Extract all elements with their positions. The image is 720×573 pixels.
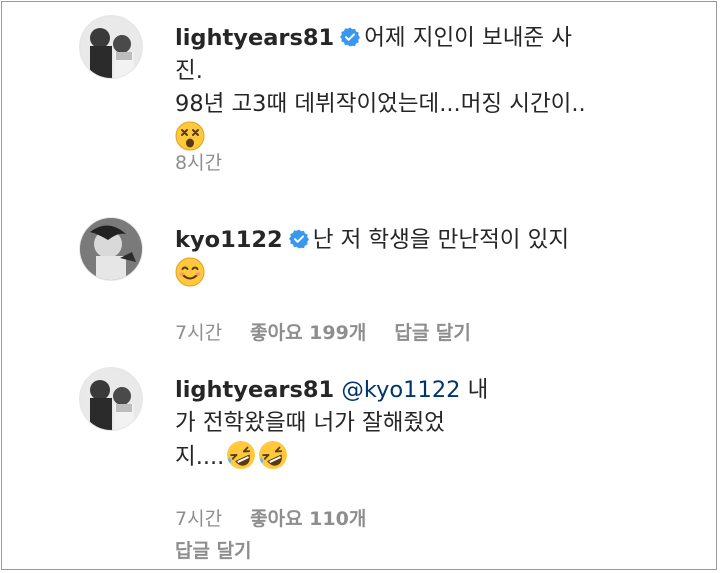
comment-line: 98년 고3때 데뷔작이었는데...머징 시간이.. — [175, 91, 586, 117]
avatar[interactable] — [80, 16, 142, 78]
comment-meta-reply: 답글 달기 — [175, 536, 274, 563]
comment-meta: 8시간 — [175, 148, 244, 175]
dizzy-face-emoji-icon — [175, 121, 205, 151]
comment-line: 지.... — [175, 440, 595, 474]
smiling-face-emoji-icon — [175, 257, 205, 287]
comment-meta: 7시간 좋아요 110개 — [175, 504, 388, 531]
like-count[interactable]: 좋아요 110개 — [250, 508, 366, 530]
comment-time[interactable]: 7시간 — [175, 322, 222, 344]
comment-body: lightyears81 어제 지인이 보내준 사진. 98년 고3때 데뷔작이었… — [175, 22, 595, 155]
mention-link[interactable]: @kyo1122 — [341, 377, 460, 403]
reply-button[interactable]: 답글 달기 — [394, 322, 471, 344]
comment-meta: 7시간 좋아요 199개 답글 달기 — [175, 318, 493, 345]
comment-time[interactable]: 8시간 — [175, 152, 222, 174]
comment-time[interactable]: 7시간 — [175, 508, 222, 530]
reply-button[interactable]: 답글 달기 — [175, 540, 252, 562]
rolling-laughing-emoji-icon — [259, 441, 288, 469]
avatar[interactable] — [80, 368, 142, 430]
username[interactable]: lightyears81 — [175, 25, 334, 51]
avatar[interactable] — [80, 218, 142, 280]
comment-line — [175, 257, 595, 291]
verified-badge-icon — [340, 27, 361, 47]
comment-line: kyo1122 난 저 학생을 만난적이 있지 — [175, 224, 595, 257]
comment-body: kyo1122 난 저 학생을 만난적이 있지 — [175, 224, 595, 291]
like-count[interactable]: 좋아요 199개 — [250, 322, 366, 344]
username[interactable]: kyo1122 — [175, 227, 283, 253]
rolling-laughing-emoji-icon — [227, 441, 256, 469]
comment-line: lightyears81 @kyo1122 내 — [175, 374, 595, 407]
comment-text: 지.... — [175, 444, 225, 470]
comment-text: 내 — [467, 377, 489, 403]
comment-text: 난 저 학생을 만난적이 있지 — [312, 227, 570, 253]
comment-line: lightyears81 어제 지인이 보내준 사진. — [175, 22, 595, 88]
comment-line: 가 전학왔을때 너가 잘해줬었 — [175, 410, 445, 436]
username[interactable]: lightyears81 — [175, 377, 334, 403]
verified-badge-icon — [288, 229, 309, 249]
comment-body: lightyears81 @kyo1122 내 가 전학왔을때 너가 잘해줬었 … — [175, 374, 595, 474]
